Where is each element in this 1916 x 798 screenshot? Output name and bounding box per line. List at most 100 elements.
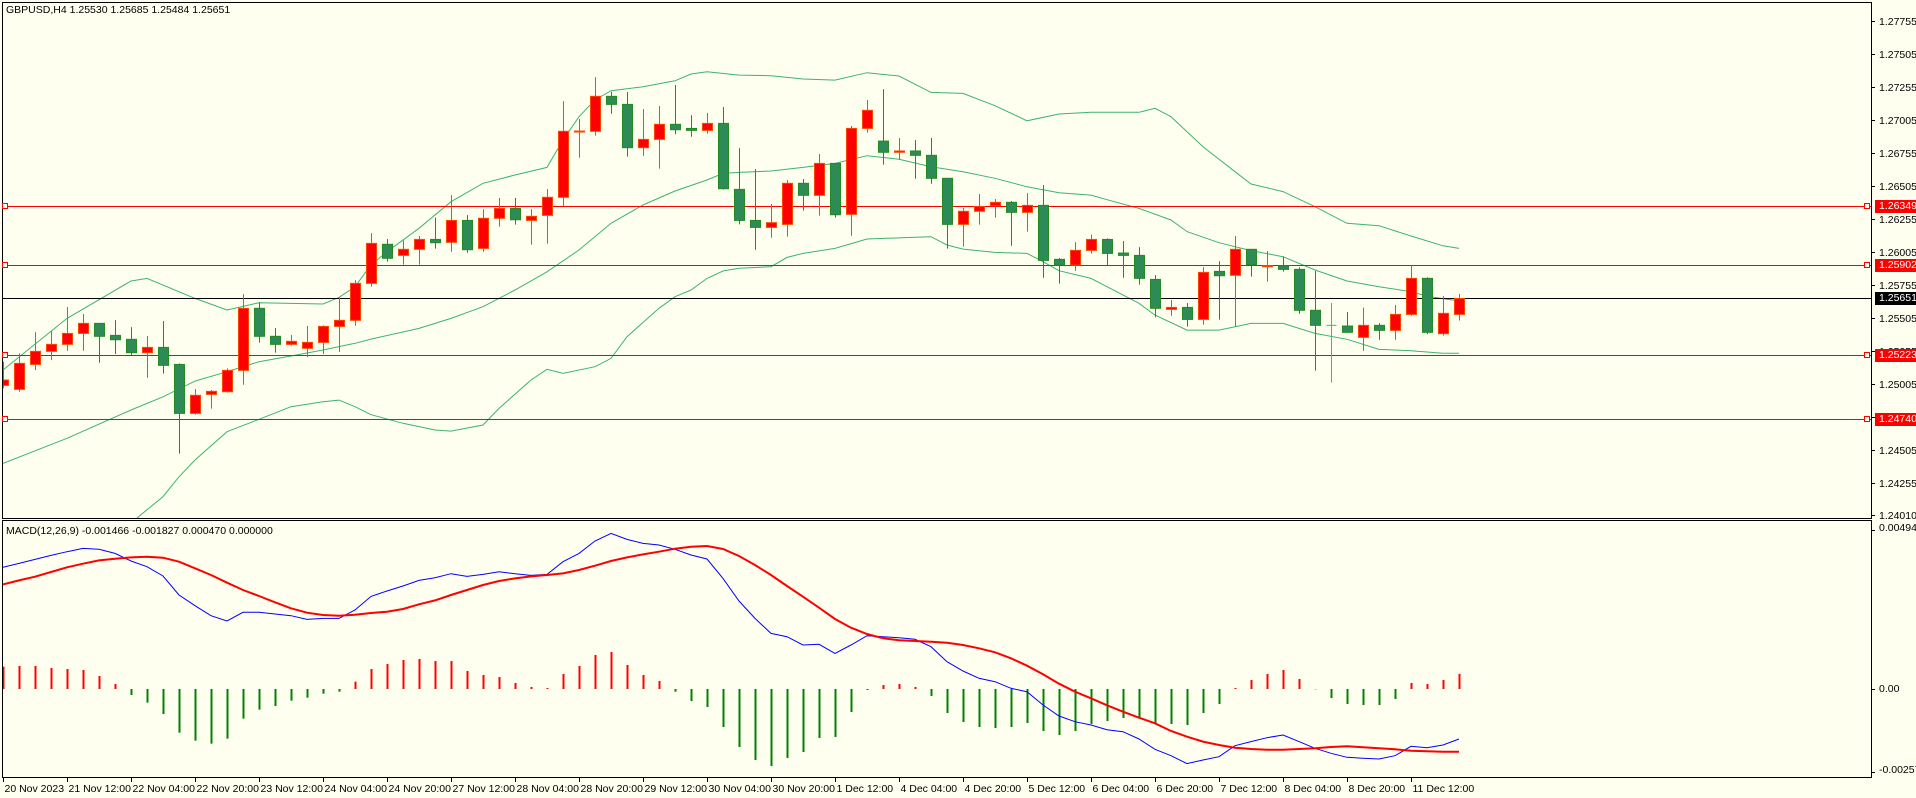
candle-body — [846, 127, 857, 215]
candle — [686, 115, 697, 137]
candle — [1150, 275, 1161, 318]
candle — [590, 77, 601, 136]
candle-body — [510, 207, 521, 221]
candle-body — [862, 109, 873, 129]
time-label: 4 Dec 20:00 — [964, 783, 1022, 795]
candle-body — [1422, 277, 1433, 333]
price-tick-label: 1.24505 — [1879, 444, 1916, 457]
candle — [942, 177, 953, 249]
candle-body — [1038, 204, 1049, 261]
candle-body — [126, 338, 137, 354]
candle-body — [46, 343, 57, 352]
candle-body — [750, 219, 761, 228]
candle-body — [654, 123, 665, 140]
candle-body — [446, 219, 457, 243]
chart-canvas[interactable] — [0, 0, 1916, 798]
level-handle-left[interactable] — [2, 416, 8, 422]
time-label: 30 Nov 04:00 — [708, 783, 771, 795]
candle — [1326, 303, 1337, 383]
candle-body — [1262, 265, 1273, 268]
candle-body — [110, 334, 121, 341]
candle-body — [574, 130, 585, 133]
time-label: 28 Nov 04:00 — [516, 783, 579, 795]
macd-lines — [3, 532, 1460, 765]
candle-body — [638, 138, 649, 149]
price-tick-label: 1.26755 — [1879, 147, 1916, 160]
candle-body — [990, 201, 1001, 207]
level-handle-right[interactable] — [1864, 352, 1870, 358]
candle-body — [1022, 204, 1033, 213]
symbol-info-label: GBPUSD,H4 1.25530 1.25685 1.25484 1.2565… — [6, 4, 231, 16]
current-price-label: 1.25651 — [1875, 292, 1916, 305]
candle-body — [462, 219, 473, 251]
candle-body — [1102, 238, 1113, 254]
level-handle-left[interactable] — [2, 262, 8, 268]
candle — [462, 215, 473, 253]
candle — [382, 239, 393, 262]
candle-body — [270, 335, 281, 345]
candle — [798, 178, 809, 211]
time-label: 30 Nov 20:00 — [772, 783, 835, 795]
candle — [206, 390, 217, 409]
candle-body — [254, 307, 265, 337]
level-handle-right[interactable] — [1864, 203, 1870, 209]
candle — [1166, 300, 1177, 316]
macd-axis-bottom-label: -0.002573 — [1879, 764, 1916, 776]
time-label: 24 Nov 20:00 — [388, 783, 451, 795]
price-tick-label: 1.27255 — [1879, 81, 1916, 94]
price-tick-label: 1.26005 — [1879, 246, 1916, 259]
time-label: 7 Dec 12:00 — [1220, 783, 1278, 795]
candle-body — [334, 319, 345, 327]
candle-body — [526, 215, 537, 221]
candle-body — [158, 346, 169, 366]
candle-body — [590, 95, 601, 132]
candle — [30, 332, 41, 370]
candle — [990, 199, 1001, 218]
candle-body — [1070, 249, 1081, 266]
level-price-label: 1.24740 — [1875, 413, 1916, 426]
level-handle-right[interactable] — [1864, 262, 1870, 268]
candle — [1262, 251, 1273, 282]
candle — [174, 363, 185, 454]
candle — [1390, 305, 1401, 340]
candle — [542, 189, 553, 244]
macd-signal-line — [3, 544, 1459, 753]
candle-body — [478, 217, 489, 249]
candle-body — [910, 150, 921, 156]
time-label: 8 Dec 04:00 — [1284, 783, 1342, 795]
candle-body — [814, 162, 825, 196]
time-label: 29 Nov 12:00 — [644, 783, 707, 795]
candle-body — [878, 140, 889, 153]
macd-axis-zero-label: 0.00 — [1879, 683, 1900, 695]
candle-body — [942, 177, 953, 225]
candle — [110, 320, 121, 354]
level-handle-right[interactable] — [1864, 416, 1870, 422]
price-tick-label: 1.26505 — [1879, 180, 1916, 193]
candle-body — [558, 130, 569, 198]
candle — [1294, 267, 1305, 314]
candle — [1342, 312, 1353, 333]
candle — [366, 233, 377, 287]
level-handle-left[interactable] — [2, 203, 8, 209]
candle-body — [382, 243, 393, 259]
candle-body — [1230, 248, 1241, 276]
candle-body — [926, 154, 937, 179]
candle-body — [494, 207, 505, 219]
candle — [926, 138, 937, 184]
candle — [1230, 235, 1241, 327]
time-label: 8 Dec 20:00 — [1348, 783, 1406, 795]
candle — [430, 217, 441, 249]
candle — [318, 325, 329, 354]
candle-body — [1374, 324, 1385, 331]
horizontal-levels[interactable] — [2, 203, 1872, 422]
level-price-label: 1.25902 — [1875, 259, 1916, 272]
level-handle-left[interactable] — [2, 352, 8, 358]
candle-body — [1118, 252, 1129, 256]
candle — [862, 100, 873, 133]
candle — [526, 209, 537, 245]
candle-body — [350, 282, 361, 321]
candle — [1214, 261, 1225, 320]
candle-body — [238, 307, 249, 371]
candle — [334, 297, 345, 353]
candle-body — [1358, 324, 1369, 338]
